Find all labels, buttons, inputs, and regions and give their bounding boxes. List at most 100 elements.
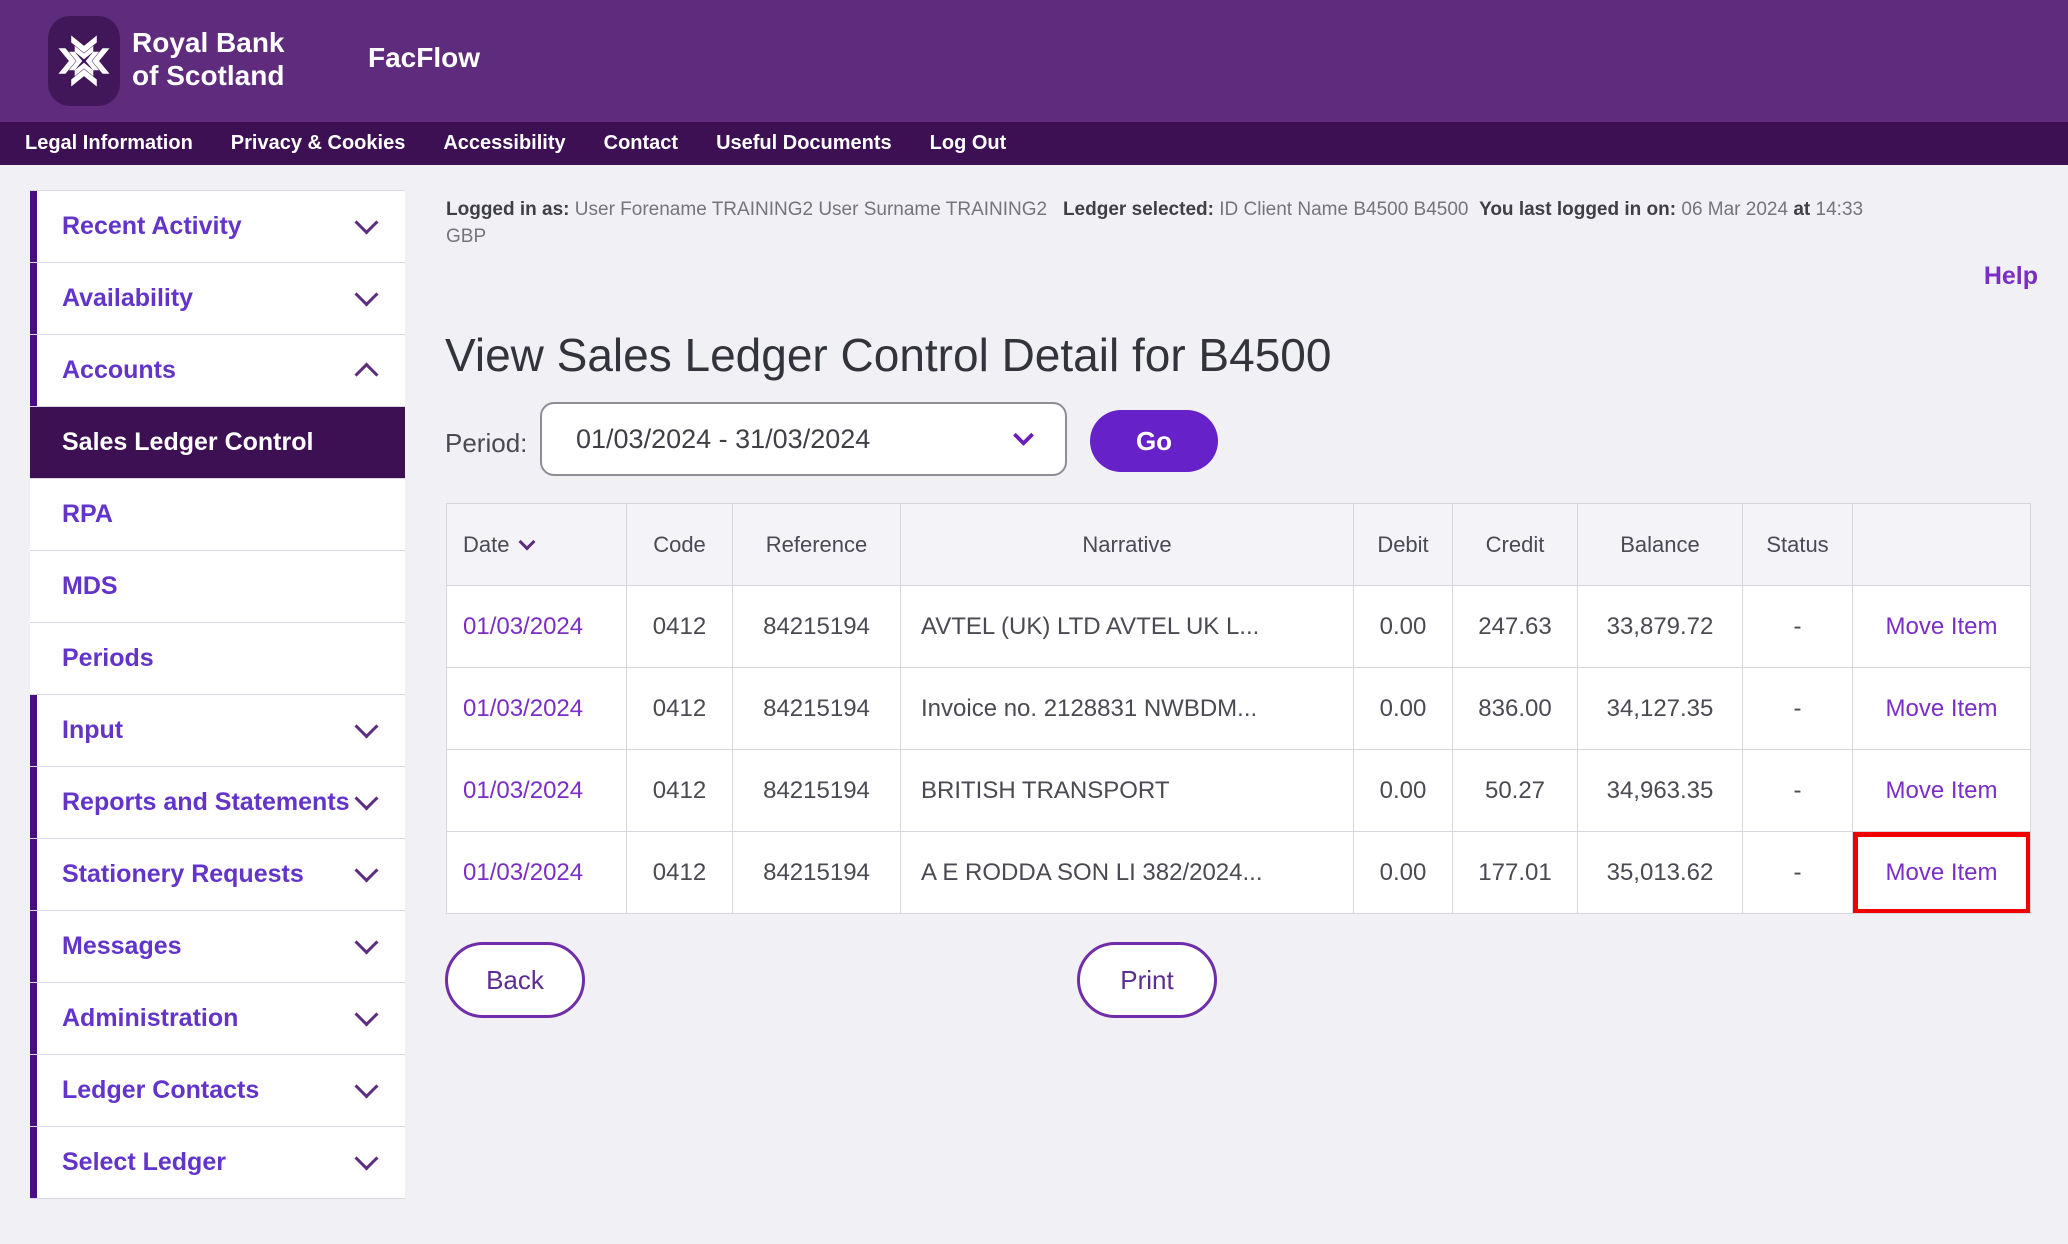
chevron-up-icon: [354, 362, 378, 386]
sidebar-item-input[interactable]: Input: [30, 695, 405, 767]
column-header-balance: Balance: [1578, 504, 1743, 586]
date-link[interactable]: 01/03/2024: [463, 613, 583, 641]
nav-useful-documents[interactable]: Useful Documents: [716, 132, 892, 155]
nav-legal-information[interactable]: Legal Information: [25, 132, 193, 155]
sidebar-item-accounts[interactable]: Accounts: [30, 335, 405, 407]
print-button[interactable]: Print: [1077, 942, 1217, 1018]
table-row-status: -: [1743, 750, 1853, 832]
sidebar-item-label: Messages: [62, 932, 182, 961]
sort-descending-icon: [519, 533, 536, 550]
sidebar-item-select-ledger[interactable]: Select Ledger: [30, 1127, 405, 1199]
table-row-date: 01/03/2024: [447, 586, 627, 668]
table-row-date: 01/03/2024: [447, 832, 627, 914]
table-row-date: 01/03/2024: [447, 750, 627, 832]
table-row-action: Move Item: [1853, 668, 2031, 750]
sidebar-item-label: Ledger Contacts: [62, 1076, 259, 1105]
logged-in-value: User Forename TRAINING2 User Surname TRA…: [575, 199, 1047, 220]
logged-in-label: Logged in as:: [446, 199, 570, 220]
ledger-selected-label: Ledger selected:: [1063, 199, 1214, 220]
table-row-reference: 84215194: [733, 586, 901, 668]
table-row-narrative: BRITISH TRANSPORT: [901, 750, 1354, 832]
top-nav: Legal Information Privacy & Cookies Acce…: [0, 122, 2068, 165]
sidebar-item-mds[interactable]: MDS: [30, 551, 405, 623]
rbs-logo: [48, 16, 120, 106]
daisy-wheel-icon: [55, 32, 113, 90]
column-header-date[interactable]: Date: [447, 504, 627, 586]
chevron-down-icon: [354, 786, 378, 810]
table-row-debit: 0.00: [1354, 750, 1453, 832]
sidebar-item-rpa[interactable]: RPA: [30, 479, 405, 551]
chevron-down-icon: [354, 858, 378, 882]
table-row-status: -: [1743, 832, 1853, 914]
table-row-code: 0412: [627, 750, 733, 832]
sidebar-item-label: Accounts: [62, 356, 176, 385]
sidebar-item-periods[interactable]: Periods: [30, 623, 405, 695]
period-label: Period:: [445, 428, 527, 459]
at-label: at: [1793, 199, 1810, 220]
ledger-detail-table: Date Code Reference Narrative Debit Cred…: [446, 503, 2031, 914]
column-header-action: [1853, 504, 2031, 586]
table-row-code: 0412: [627, 668, 733, 750]
sidebar-nav: Recent Activity Availability Accounts Sa…: [30, 190, 405, 1199]
table-row-balance: 34,963.35: [1578, 750, 1743, 832]
table-row-narrative: Invoice no. 2128831 NWBDM...: [901, 668, 1354, 750]
table-row-reference: 84215194: [733, 750, 901, 832]
go-button[interactable]: Go: [1090, 410, 1218, 472]
sidebar-item-stationery-requests[interactable]: Stationery Requests: [30, 839, 405, 911]
table-row-balance: 35,013.62: [1578, 832, 1743, 914]
session-info: Logged in as: User Forename TRAINING2 Us…: [446, 196, 2042, 250]
sidebar-item-label: RPA: [62, 500, 113, 529]
sidebar-item-label: Administration: [62, 1004, 238, 1033]
period-dropdown[interactable]: 01/03/2024 - 31/03/2024: [540, 402, 1067, 476]
move-item-link[interactable]: Move Item: [1885, 777, 1997, 805]
table-row-date: 01/03/2024: [447, 668, 627, 750]
table-row-code: 0412: [627, 832, 733, 914]
date-link[interactable]: 01/03/2024: [463, 695, 583, 723]
table-row-narrative: A E RODDA SON LI 382/2024...: [901, 832, 1354, 914]
session-currency: GBP: [446, 223, 2042, 250]
last-login-label: You last logged in on:: [1479, 199, 1676, 220]
table-row-reference: 84215194: [733, 832, 901, 914]
table-row-debit: 0.00: [1354, 832, 1453, 914]
nav-privacy-cookies[interactable]: Privacy & Cookies: [231, 132, 406, 155]
sidebar-item-label: Input: [62, 716, 123, 745]
table-row-status: -: [1743, 586, 1853, 668]
sidebar-item-messages[interactable]: Messages: [30, 911, 405, 983]
sidebar-item-label: MDS: [62, 572, 118, 601]
nav-accessibility[interactable]: Accessibility: [443, 132, 565, 155]
sidebar-item-sales-ledger-control[interactable]: Sales Ledger Control: [30, 407, 405, 479]
table-row-credit: 247.63: [1453, 586, 1578, 668]
nav-log-out[interactable]: Log Out: [930, 132, 1007, 155]
column-header-code: Code: [627, 504, 733, 586]
date-link[interactable]: 01/03/2024: [463, 777, 583, 805]
table-row-credit: 836.00: [1453, 668, 1578, 750]
last-login-date: 06 Mar 2024: [1681, 199, 1788, 220]
move-item-link[interactable]: Move Item: [1885, 613, 1997, 641]
sidebar-item-availability[interactable]: Availability: [30, 263, 405, 335]
sidebar-item-administration[interactable]: Administration: [30, 983, 405, 1055]
sidebar-item-ledger-contacts[interactable]: Ledger Contacts: [30, 1055, 405, 1127]
move-item-link[interactable]: Move Item: [1885, 859, 1997, 887]
column-header-debit: Debit: [1354, 504, 1453, 586]
sidebar-item-recent-activity[interactable]: Recent Activity: [30, 191, 405, 263]
session-line1: Logged in as: User Forename TRAINING2 Us…: [446, 196, 2042, 223]
table-row-balance: 34,127.35: [1578, 668, 1743, 750]
column-header-narrative: Narrative: [901, 504, 1354, 586]
table-row-action-highlighted: Move Item: [1853, 832, 2031, 914]
table-row-action: Move Item: [1853, 750, 2031, 832]
sidebar-item-label: Availability: [62, 284, 193, 313]
help-link[interactable]: Help: [1984, 262, 2038, 291]
app-title: FacFlow: [368, 42, 480, 74]
date-link[interactable]: 01/03/2024: [463, 859, 583, 887]
back-button[interactable]: Back: [445, 942, 585, 1018]
table-row-narrative: AVTEL (UK) LTD AVTEL UK L...: [901, 586, 1354, 668]
sidebar-item-reports-and-statements[interactable]: Reports and Statements: [30, 767, 405, 839]
column-header-credit: Credit: [1453, 504, 1578, 586]
table-row-balance: 33,879.72: [1578, 586, 1743, 668]
nav-contact[interactable]: Contact: [604, 132, 678, 155]
column-header-reference: Reference: [733, 504, 901, 586]
period-value: 01/03/2024 - 31/03/2024: [576, 424, 870, 455]
column-header-status: Status: [1743, 504, 1853, 586]
move-item-link[interactable]: Move Item: [1885, 695, 1997, 723]
brand-line2: of Scotland: [132, 59, 285, 92]
